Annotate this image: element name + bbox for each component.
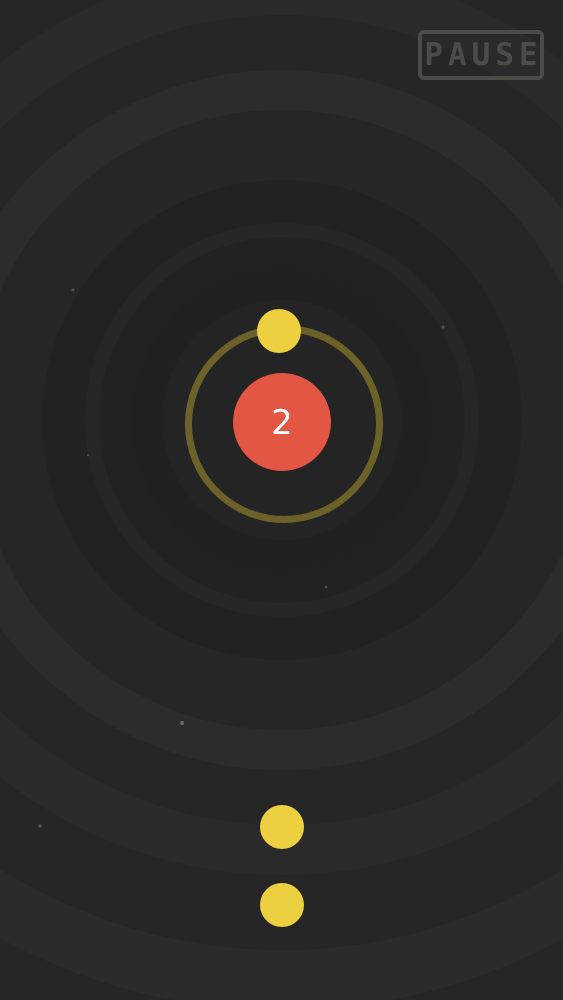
core-circle[interactable]: 2 bbox=[233, 373, 331, 471]
pause-button[interactable]: PAUSE bbox=[418, 30, 544, 80]
dust-particle bbox=[180, 721, 184, 725]
queued-ball bbox=[260, 883, 304, 927]
attached-ball bbox=[257, 309, 301, 353]
pause-button-label: PAUSE bbox=[424, 37, 543, 73]
game-stage[interactable]: PAUSE 2 bbox=[0, 0, 563, 1000]
dust-particle bbox=[71, 288, 75, 292]
dust-particle bbox=[38, 824, 42, 828]
score-counter: 2 bbox=[271, 403, 293, 443]
dust-particle bbox=[86, 453, 90, 457]
next-ball[interactable] bbox=[260, 805, 304, 849]
dust-particle bbox=[324, 585, 328, 589]
dust-particle bbox=[441, 325, 445, 329]
